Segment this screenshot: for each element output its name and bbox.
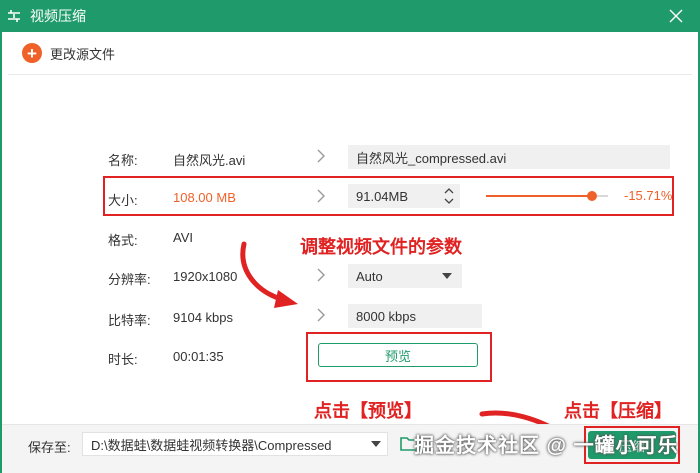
output-name-value: 自然风光_compressed.avi — [356, 150, 507, 166]
window-title: 视频压缩 — [30, 8, 86, 24]
format-label: 格式: — [108, 233, 138, 248]
compression-slider[interactable] — [486, 191, 608, 201]
format-value: AVI — [173, 230, 193, 245]
preview-label: 预览 — [384, 348, 411, 364]
slider-fill — [486, 195, 593, 197]
resolution-select[interactable]: Auto — [348, 264, 462, 288]
annotation-preview: 点击【预览】 — [314, 401, 422, 421]
target-size-value: 91.04MB — [356, 188, 409, 204]
watermark-text: 掘金技术社区 @ 一罐小可乐 — [414, 435, 679, 457]
chevron-right-icon — [317, 308, 325, 322]
save-to-label: 保存至: — [28, 440, 71, 455]
duration-label: 时长: — [108, 352, 138, 367]
arrow-to-params-icon — [240, 241, 298, 308]
title-bar: 视频压缩 — [0, 0, 700, 32]
close-icon[interactable] — [664, 4, 688, 28]
bitrate-value: 9104 kbps — [173, 310, 233, 325]
output-name-field[interactable]: 自然风光_compressed.avi — [348, 145, 670, 169]
chevron-right-icon — [317, 149, 325, 163]
bitrate-field[interactable]: 8000 kbps — [348, 304, 482, 328]
toolbar-divider — [8, 74, 692, 75]
chevron-down-icon — [442, 273, 452, 279]
chevron-right-icon — [317, 268, 325, 282]
window-border-left — [0, 32, 2, 473]
annotation-params: 调整视频文件的参数 — [300, 237, 462, 257]
size-label: 大小: — [108, 193, 138, 208]
name-value: 自然风光.avi — [173, 153, 246, 168]
bitrate-output: 8000 kbps — [356, 308, 416, 324]
preview-button[interactable]: 预览 — [318, 343, 478, 367]
resolution-selected: Auto — [356, 268, 383, 284]
target-size-stepper[interactable]: 91.04MB — [348, 184, 460, 208]
add-icon: + — [22, 43, 42, 63]
resolution-label: 分辨率: — [108, 272, 151, 287]
save-path-select[interactable]: D:\数据蛙\数据蛙视频转换器\Compressed — [82, 432, 388, 456]
name-label: 名称: — [108, 153, 138, 168]
app-logo-icon — [0, 0, 28, 32]
change-source-button[interactable]: + 更改源文件 — [22, 42, 115, 64]
size-change-percent: -15.71% — [624, 188, 673, 203]
change-source-label: 更改源文件 — [50, 46, 116, 62]
bitrate-label: 比特率: — [108, 313, 151, 328]
duration-value: 00:01:35 — [173, 349, 224, 364]
stepper-arrows-icon[interactable] — [444, 186, 454, 206]
size-value: 108.00 MB — [173, 190, 236, 205]
resolution-value: 1920x1080 — [173, 269, 238, 284]
chevron-right-icon — [317, 189, 325, 203]
save-path-value: D:\数据蛙\数据蛙视频转换器\Compressed — [91, 437, 332, 453]
chevron-down-icon — [371, 441, 381, 447]
